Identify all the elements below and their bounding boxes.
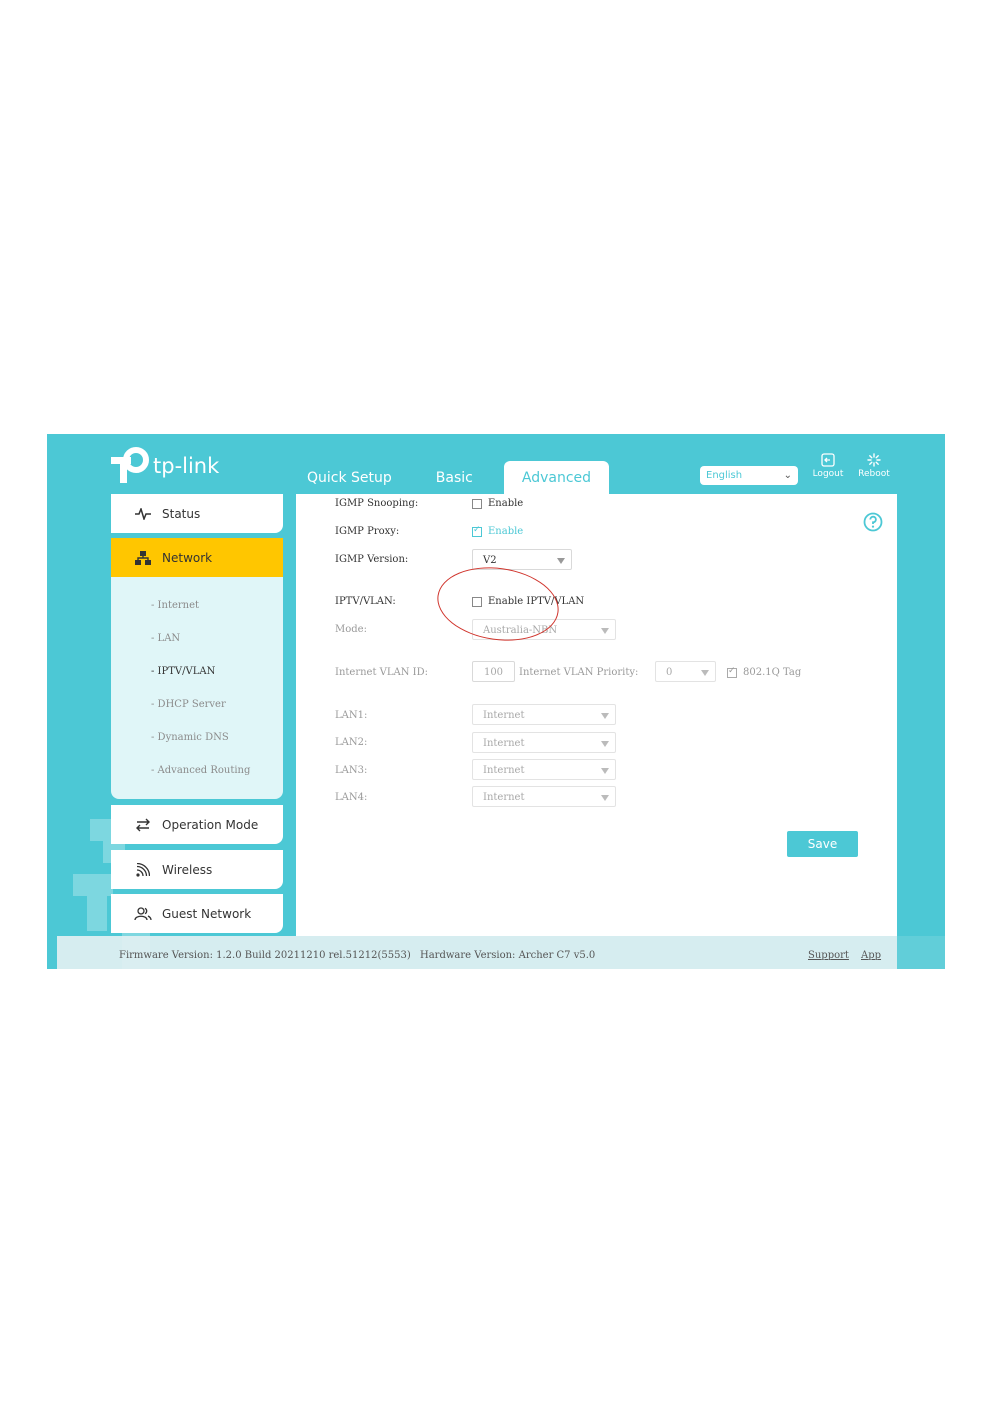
lan2-label: LAN2:: [335, 737, 368, 748]
select-value: V2: [483, 555, 497, 566]
sidebar-item-label: Wireless: [162, 862, 213, 877]
dropdown-arrow-icon: [701, 670, 709, 676]
iptv-vlan-settings-panel: IGMP Snooping: Enable IGMP Proxy: Enable…: [296, 494, 897, 936]
lan1-select[interactable]: Internet: [472, 704, 616, 725]
select-value: Internet: [483, 792, 525, 803]
network-submenu: - Internet - LAN - IPTV/VLAN - DHCP Serv…: [111, 577, 283, 799]
dropdown-arrow-icon: [601, 741, 609, 747]
sidebar-item-label: Network: [162, 550, 213, 565]
language-value: English: [706, 470, 743, 481]
tab-advanced[interactable]: Advanced: [503, 461, 610, 494]
guest-network-icon: [133, 906, 153, 921]
chevron-down-icon: ⌄: [783, 470, 792, 481]
submenu-item-dhcp-server[interactable]: - DHCP Server: [151, 699, 226, 710]
hardware-version: Hardware Version: Archer C7 v5.0: [420, 950, 596, 961]
sidebar-item-network[interactable]: Network: [111, 538, 283, 577]
igmp-proxy-label: IGMP Proxy:: [335, 526, 400, 537]
select-value: Internet: [483, 765, 525, 776]
select-value: Internet: [483, 710, 525, 721]
submenu-item-advanced-routing[interactable]: - Advanced Routing: [151, 765, 250, 776]
select-value: Internet: [483, 738, 525, 749]
lan2-select[interactable]: Internet: [472, 732, 616, 753]
logout-button[interactable]: Logout: [808, 453, 848, 479]
sidebar-item-label: Guest Network: [162, 906, 252, 921]
footer-bar: Firmware Version: 1.2.0 Build 20211210 r…: [47, 936, 945, 969]
8021q-tag-checkbox[interactable]: 802.1Q Tag: [727, 666, 802, 678]
save-button[interactable]: Save: [787, 831, 858, 857]
firmware-version: Firmware Version: 1.2.0 Build 20211210 r…: [119, 950, 411, 961]
submenu-item-iptv-vlan[interactable]: - IPTV/VLAN: [151, 666, 215, 677]
lan4-label: LAN4:: [335, 792, 368, 803]
sidebar-item-wireless[interactable]: Wireless: [111, 850, 283, 889]
checkbox-box: [472, 498, 482, 509]
help-icon[interactable]: [863, 512, 883, 532]
logout-icon: [821, 453, 835, 467]
checkbox-label: Enable: [488, 526, 524, 537]
dropdown-arrow-icon: [557, 558, 565, 564]
logout-label: Logout: [812, 469, 844, 479]
reboot-button[interactable]: Reboot: [854, 453, 894, 479]
submenu-item-lan[interactable]: - LAN: [151, 633, 180, 644]
igmp-proxy-checkbox[interactable]: Enable: [472, 525, 524, 537]
sidebar-item-label: Operation Mode: [162, 817, 259, 832]
submenu-item-internet[interactable]: - Internet: [151, 600, 199, 611]
language-select[interactable]: English ⌄: [700, 466, 798, 485]
sidebar-item-label: Status: [162, 506, 201, 521]
iptv-vlan-label: IPTV/VLAN:: [335, 596, 396, 607]
lan3-select[interactable]: Internet: [472, 759, 616, 780]
support-link[interactable]: Support: [808, 950, 849, 961]
internet-vlan-id-label: Internet VLAN ID:: [335, 667, 429, 678]
dropdown-arrow-icon: [601, 795, 609, 801]
operation-mode-icon: [133, 818, 153, 832]
wireless-icon: [133, 862, 153, 877]
igmp-version-label: IGMP Version:: [335, 554, 409, 565]
internet-vlan-priority-select[interactable]: 0: [655, 661, 716, 682]
lan1-label: LAN1:: [335, 710, 368, 721]
decorative-square: [73, 874, 113, 896]
internet-vlan-priority-label: Internet VLAN Priority:: [519, 667, 639, 678]
checkbox-box: [727, 666, 737, 678]
brand-name: tp-link: [153, 454, 220, 478]
app-link[interactable]: App: [861, 950, 881, 961]
dropdown-arrow-icon: [601, 628, 609, 634]
network-icon: [133, 550, 153, 565]
top-nav-tabs: Quick Setup Basic Advanced: [294, 461, 610, 494]
select-value: 0: [666, 667, 673, 678]
tab-basic[interactable]: Basic: [423, 461, 486, 494]
router-admin-screenshot: tp-link Quick Setup Basic Advanced Engli…: [47, 434, 945, 969]
mode-label: Mode:: [335, 624, 367, 635]
sidebar-item-guest-network[interactable]: Guest Network: [111, 894, 283, 933]
igmp-snooping-checkbox[interactable]: Enable: [472, 498, 523, 509]
lan4-select[interactable]: Internet: [472, 786, 616, 807]
sidebar-item-operation-mode[interactable]: Operation Mode: [111, 805, 283, 844]
dropdown-arrow-icon: [601, 713, 609, 719]
status-icon: [133, 507, 153, 520]
footer-edge: [897, 936, 945, 969]
sidebar-item-status[interactable]: Status: [111, 494, 283, 533]
brand-logo: tp-link: [111, 446, 219, 486]
submenu-item-dynamic-dns[interactable]: - Dynamic DNS: [151, 732, 229, 743]
tab-quick-setup[interactable]: Quick Setup: [294, 461, 405, 494]
internet-vlan-id-input[interactable]: 100: [472, 661, 515, 682]
checkbox-box: [472, 525, 482, 537]
igmp-snooping-label: IGMP Snooping:: [335, 498, 419, 509]
lan3-label: LAN3:: [335, 765, 368, 776]
dropdown-arrow-icon: [601, 768, 609, 774]
checkbox-label: 802.1Q Tag: [743, 667, 802, 678]
decorative-square: [87, 896, 107, 931]
reboot-label: Reboot: [858, 469, 890, 479]
checkbox-label: Enable: [488, 498, 524, 509]
tp-link-logo-icon: [111, 447, 149, 483]
reboot-icon: [867, 453, 881, 467]
footer-edge: [47, 936, 57, 969]
